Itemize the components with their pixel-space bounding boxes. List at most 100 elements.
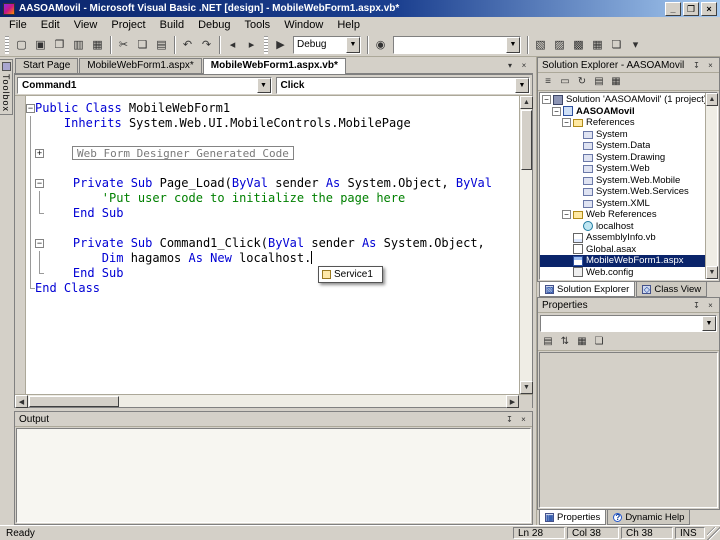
intellisense-item[interactable]: Service1 (320, 268, 381, 281)
menu-item-project[interactable]: Project (104, 18, 152, 32)
tree-item-mobilewebform1-aspx[interactable]: MobileWebForm1.aspx (540, 255, 705, 267)
properties-icon[interactable]: ▦ (608, 74, 624, 89)
toolbar-grip[interactable] (5, 35, 9, 54)
tree-item-solution-aasoamovil-1-project[interactable]: − Solution 'AASOAMovil' (1 project) (540, 94, 705, 106)
chevron-down-icon[interactable]: ▼ (515, 77, 529, 93)
new-project-icon[interactable]: ▢ (12, 35, 31, 54)
scrollbar-track[interactable] (706, 106, 717, 266)
properties-view-icon[interactable]: ▦ (574, 334, 590, 349)
collapse-minus-icon[interactable]: − (35, 179, 44, 188)
menu-item-edit[interactable]: Edit (34, 18, 67, 32)
properties-object-dropdown[interactable]: ▼ (540, 314, 717, 332)
refresh-icon[interactable]: ↻ (574, 74, 590, 89)
tab-class-view[interactable]: ◇ Class View (636, 282, 708, 297)
output-title-bar[interactable]: Output ↧ × (15, 412, 532, 427)
code-line[interactable]: End Class (26, 281, 519, 296)
collapse-minus-icon[interactable]: − (35, 239, 44, 248)
toolbar-grip[interactable] (264, 35, 268, 54)
code-line[interactable]: Dim hagamos As New localhost. (26, 251, 519, 266)
tree-item-system-xml[interactable]: System.XML (540, 198, 705, 210)
resize-grip-icon[interactable] (707, 526, 720, 540)
close-button[interactable]: × (701, 1, 717, 16)
view-code-icon[interactable]: ≡ (540, 74, 556, 89)
copy-icon[interactable]: ❏ (133, 35, 152, 54)
toolbox-tab[interactable]: Toolbox (0, 59, 13, 116)
code-line[interactable]: End Sub (26, 266, 519, 281)
object-dropdown[interactable]: Command1 ▼ (17, 76, 272, 94)
properties-grid[interactable] (539, 352, 718, 508)
menu-item-view[interactable]: View (67, 18, 105, 32)
pin-icon[interactable]: ↧ (690, 299, 703, 311)
menu-item-help[interactable]: Help (330, 18, 367, 32)
code-line[interactable]: − Private Sub Command1_Click(ByVal sende… (26, 236, 519, 251)
code-line[interactable]: + Web Form Designer Generated Code (26, 146, 519, 161)
scroll-up-icon[interactable]: ▲ (520, 96, 533, 109)
categorized-icon[interactable]: ▤ (540, 334, 556, 349)
collapse-minus-icon[interactable]: − (562, 210, 571, 220)
solution-explorer-window-icon[interactable]: ▧ (531, 35, 550, 54)
tree-item-system[interactable]: System (540, 129, 705, 141)
code-line[interactable] (26, 131, 519, 146)
chevron-down-icon[interactable]: ▼ (702, 315, 716, 331)
property-pages-icon[interactable]: ❏ (591, 334, 607, 349)
class-view-window-icon[interactable]: ▦ (588, 35, 607, 54)
tree-item-system-web-services[interactable]: System.Web.Services (540, 186, 705, 198)
redo-icon[interactable]: ↷ (197, 35, 216, 54)
scroll-up-icon[interactable]: ▲ (706, 93, 718, 106)
save-all-icon[interactable]: ▦ (88, 35, 107, 54)
tree-item-global-asax[interactable]: Global.asax (540, 244, 705, 256)
code-line[interactable]: Inherits System.Web.UI.MobileControls.Mo… (26, 116, 519, 131)
find-icon[interactable]: ◉ (371, 35, 390, 54)
collapse-minus-icon[interactable]: − (552, 106, 561, 116)
scrollbar-track[interactable] (120, 395, 506, 407)
scroll-down-icon[interactable]: ▼ (520, 381, 533, 394)
open-file-icon[interactable]: ❐ (50, 35, 69, 54)
code-line[interactable] (26, 221, 519, 236)
menu-item-window[interactable]: Window (277, 18, 330, 32)
close-icon[interactable]: × (704, 299, 717, 311)
tree-item-web-references[interactable]: − Web References (540, 209, 705, 221)
solution-explorer-title-bar[interactable]: Solution Explorer - AASOAMovil ↧ × (538, 58, 719, 73)
tab-mobilewebform1-aspx-vb[interactable]: MobileWebForm1.aspx.vb* (202, 58, 346, 74)
maximize-button[interactable]: ❐ (683, 1, 699, 16)
tab-dynamic-help[interactable]: ? Dynamic Help (607, 510, 691, 525)
title-bar[interactable]: AASOAMovil - Microsoft Visual Basic .NET… (0, 0, 720, 17)
navigate-back-icon[interactable]: ◂ (223, 35, 242, 54)
scrollbar-track[interactable] (520, 171, 532, 381)
scroll-down-icon[interactable]: ▼ (706, 266, 718, 279)
output-content[interactable] (16, 428, 531, 523)
menu-item-tools[interactable]: Tools (238, 18, 278, 32)
pin-icon[interactable]: ↧ (503, 413, 516, 425)
tree-item-references[interactable]: − References (540, 117, 705, 129)
tree-item-aasoamovil[interactable]: − AASOAMovil (540, 106, 705, 118)
vertical-scrollbar[interactable]: ▲ ▼ (519, 96, 533, 394)
scroll-left-icon[interactable]: ◀ (15, 395, 28, 408)
paste-icon[interactable]: ▤ (152, 35, 171, 54)
pin-icon[interactable]: ↧ (690, 59, 703, 71)
object-browser-icon[interactable]: ❏ (607, 35, 626, 54)
scroll-right-icon[interactable]: ▶ (506, 395, 519, 408)
close-document-icon[interactable]: × (517, 58, 531, 71)
code-line[interactable]: − Public Class MobileWebForm1 (26, 101, 519, 116)
minimize-button[interactable]: _ (665, 1, 681, 16)
event-dropdown[interactable]: Click ▼ (275, 76, 530, 94)
vertical-scrollbar[interactable]: ▲ ▼ (705, 93, 718, 279)
show-all-files-icon[interactable]: ▤ (591, 74, 607, 89)
collapsed-region[interactable]: Web Form Designer Generated Code (72, 146, 294, 160)
properties-title-bar[interactable]: Properties ↧ × (538, 298, 719, 313)
scrollbar-thumb[interactable] (29, 396, 119, 407)
scrollbar-thumb[interactable] (521, 110, 532, 170)
close-icon[interactable]: × (704, 59, 717, 71)
find-combo[interactable]: ▼ (393, 35, 521, 54)
collapse-minus-icon[interactable]: − (542, 95, 551, 105)
breakpoint-margin[interactable] (15, 96, 26, 394)
code-line[interactable]: End Sub (26, 206, 519, 221)
menu-item-build[interactable]: Build (153, 18, 191, 32)
tab-solution-explorer[interactable]: ▧ Solution Explorer (539, 282, 636, 297)
chevron-down-icon[interactable]: ▼ (346, 36, 360, 53)
add-item-icon[interactable]: ▣ (31, 35, 50, 54)
tree-item-system-drawing[interactable]: System.Drawing (540, 152, 705, 164)
navigate-forward-icon[interactable]: ▸ (242, 35, 261, 54)
tree-item-localhost[interactable]: localhost (540, 221, 705, 233)
save-icon[interactable]: ▥ (69, 35, 88, 54)
